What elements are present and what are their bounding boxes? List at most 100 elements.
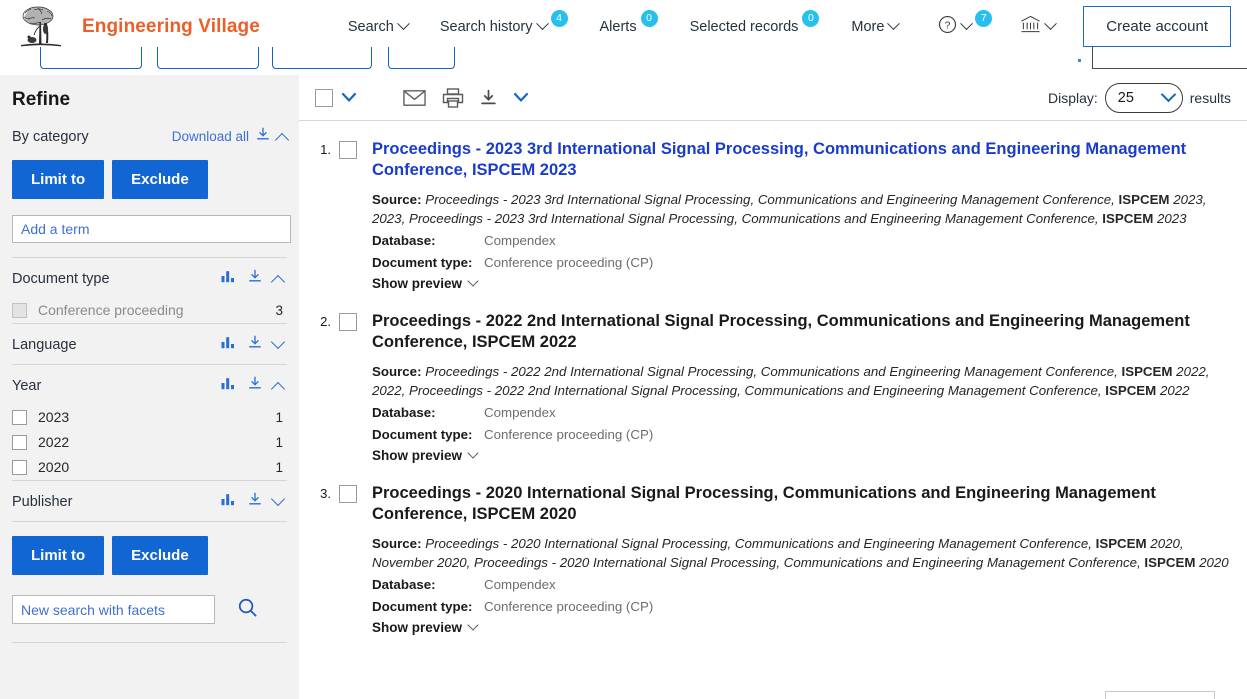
new-search-with-facets-input[interactable] bbox=[12, 595, 215, 624]
limit-to-button-top[interactable]: Limit to bbox=[12, 160, 105, 199]
result-database: Database: Compendex bbox=[372, 403, 1231, 422]
result-number: 1. bbox=[320, 142, 331, 157]
nav-item-alerts[interactable]: Alerts 0 bbox=[584, 10, 674, 35]
tab-stub-3[interactable] bbox=[272, 47, 372, 69]
result-checkbox[interactable] bbox=[339, 141, 357, 159]
select-all-checkbox[interactable] bbox=[315, 88, 333, 107]
download-all-link[interactable]: Download all bbox=[172, 129, 249, 144]
facet-icons bbox=[221, 491, 287, 511]
facet-header[interactable]: Year bbox=[12, 365, 287, 405]
display-label: Display: bbox=[1047, 89, 1098, 106]
question-circle-icon: ? bbox=[938, 15, 957, 39]
bar-chart-icon[interactable] bbox=[221, 493, 237, 511]
download-icon[interactable] bbox=[248, 269, 262, 288]
result-body: Proceedings - 2022 2nd International Sig… bbox=[372, 311, 1231, 465]
show-preview-toggle[interactable]: Show preview bbox=[372, 618, 479, 635]
facet-checkbox[interactable] bbox=[12, 434, 27, 450]
chevron-up-icon[interactable] bbox=[270, 274, 286, 289]
facet-name: Publisher bbox=[12, 493, 73, 510]
facet-row[interactable]: 2023 1 bbox=[12, 405, 287, 430]
facet-checkbox[interactable] bbox=[12, 459, 27, 475]
result-title-link[interactable]: Proceedings - 2023 3rd International Sig… bbox=[372, 139, 1231, 181]
printer-icon[interactable] bbox=[434, 87, 472, 108]
facet-header[interactable]: Language bbox=[12, 324, 287, 364]
exclude-button-top[interactable]: Exclude bbox=[112, 160, 208, 199]
facet-header[interactable]: Document type bbox=[12, 258, 287, 298]
facet-row[interactable]: 2022 1 bbox=[12, 430, 287, 455]
brand-logo-link[interactable]: Engineering Village bbox=[0, 4, 260, 50]
nav-item-selected-records[interactable]: Selected records 0 bbox=[674, 10, 836, 35]
tab-stub-5[interactable] bbox=[1092, 47, 1247, 69]
display-count-value: 25 bbox=[1117, 89, 1134, 106]
download-icon[interactable] bbox=[248, 376, 262, 395]
by-category-row: By category Download all bbox=[12, 127, 290, 147]
header-right-actions: ? 7 Create account bbox=[924, 6, 1247, 47]
download-icon[interactable] bbox=[472, 89, 505, 106]
facet-row-label: Conference proceeding bbox=[38, 302, 184, 318]
institution-menu-button[interactable] bbox=[1006, 15, 1069, 39]
nav-item-search[interactable]: Search bbox=[332, 17, 424, 35]
result-item: 3. Proceedings - 2020 International Signa… bbox=[315, 465, 1231, 637]
by-category-label: By category bbox=[12, 128, 89, 145]
result-checkbox[interactable] bbox=[339, 313, 357, 331]
search-magnifier-icon[interactable] bbox=[237, 597, 258, 623]
facet-row[interactable]: Conference proceeding 3 bbox=[12, 298, 287, 323]
bar-chart-icon[interactable] bbox=[221, 336, 237, 354]
create-account-button[interactable]: Create account bbox=[1083, 6, 1231, 47]
nav-item-more[interactable]: More bbox=[835, 17, 914, 35]
chevron-up-icon[interactable] bbox=[270, 381, 286, 396]
bar-chart-icon[interactable] bbox=[221, 377, 237, 395]
result-checkbox[interactable] bbox=[339, 485, 357, 503]
top-refine-buttons: Limit to Exclude bbox=[12, 160, 287, 199]
result-title-acronym: ISPCEM bbox=[471, 161, 536, 179]
download-icon[interactable] bbox=[248, 335, 262, 354]
result-document-type: Document type: Conference proceeding (CP) bbox=[372, 253, 1231, 272]
result-title-link[interactable]: Proceedings - 2022 2nd International Sig… bbox=[372, 311, 1231, 353]
download-icon[interactable] bbox=[248, 492, 262, 511]
result-title-link[interactable]: Proceedings - 2020 International Signal … bbox=[372, 483, 1231, 525]
help-menu-button[interactable]: ? 7 bbox=[924, 10, 1006, 39]
email-envelope-icon[interactable] bbox=[395, 89, 434, 107]
select-all-dropdown-caret[interactable] bbox=[333, 92, 365, 103]
result-body: Proceedings - 2020 International Signal … bbox=[372, 483, 1231, 637]
limit-to-button-bottom[interactable]: Limit to bbox=[12, 536, 105, 575]
facet-section-publisher: Publisher bbox=[12, 480, 287, 522]
tab-stub-4[interactable] bbox=[388, 47, 455, 69]
facet-row[interactable]: 2020 1 bbox=[12, 455, 287, 480]
display-count-select[interactable]: 25 bbox=[1104, 82, 1183, 113]
download-dropdown-caret[interactable] bbox=[505, 92, 537, 103]
bar-chart-icon[interactable] bbox=[221, 270, 237, 288]
result-document-type: Document type: Conference proceeding (CP) bbox=[372, 425, 1231, 444]
nav-item-search-history[interactable]: Search history 4 bbox=[424, 10, 584, 35]
facet-section-language: Language bbox=[12, 323, 287, 364]
results-toolbar: Display: 25 results bbox=[299, 75, 1247, 121]
show-preview-label: Show preview bbox=[372, 276, 463, 291]
show-preview-toggle[interactable]: Show preview bbox=[372, 446, 479, 463]
meta-value: Compendex bbox=[484, 233, 556, 248]
result-source: Source: Proceedings - 2022 2nd Internati… bbox=[372, 364, 1210, 398]
facet-header[interactable]: Publisher bbox=[12, 481, 287, 521]
add-a-term-input[interactable] bbox=[12, 215, 291, 243]
refine-title: Refine bbox=[12, 89, 71, 110]
main-navigation: Search Search history 4 Alerts 0 Selecte… bbox=[332, 10, 915, 35]
meta-key: Database: bbox=[372, 233, 436, 248]
chevron-down-icon bbox=[887, 17, 901, 31]
facet-icons bbox=[221, 376, 287, 396]
result-source-label: Source: bbox=[372, 536, 426, 551]
facet-checkbox[interactable] bbox=[12, 409, 27, 425]
tab-stub-2[interactable] bbox=[157, 47, 259, 69]
sidebar-divider bbox=[12, 642, 287, 643]
exclude-button-bottom[interactable]: Exclude bbox=[112, 536, 208, 575]
chevron-down-icon bbox=[960, 17, 974, 31]
show-preview-toggle[interactable]: Show preview bbox=[372, 274, 479, 291]
meta-key: Database: bbox=[372, 405, 436, 420]
download-icon[interactable] bbox=[256, 127, 270, 146]
facet-list: Document type Conference proceeding 3 Langu… bbox=[12, 257, 287, 522]
chevron-down-icon[interactable] bbox=[270, 334, 286, 349]
tab-stub-1[interactable] bbox=[40, 47, 142, 69]
meta-key: Document type: bbox=[372, 599, 473, 614]
chevron-up-icon[interactable] bbox=[274, 132, 290, 147]
chevron-down-icon[interactable] bbox=[270, 491, 286, 506]
result-database: Database: Compendex bbox=[372, 575, 1231, 594]
facet-row-label: 2022 bbox=[38, 434, 70, 450]
